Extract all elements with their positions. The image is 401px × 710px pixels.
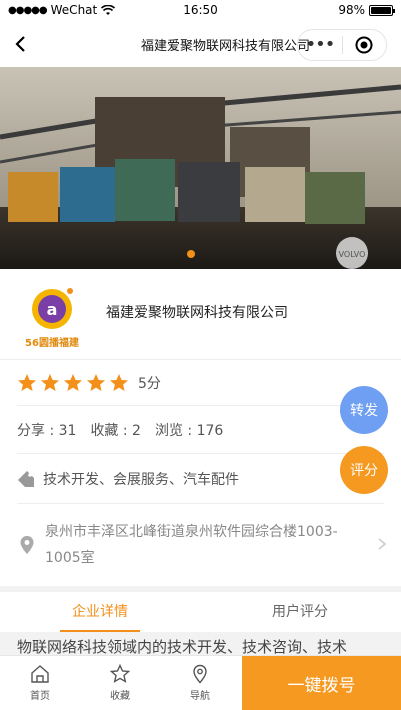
business-tags: 技术开发、会展服务、汽车配件 [43, 471, 239, 488]
star-outline-icon [110, 664, 130, 683]
battery-percent: 98% [338, 3, 365, 17]
star-icon [110, 373, 128, 391]
favorite-label: 收藏 [110, 691, 130, 702]
back-icon[interactable] [12, 35, 30, 53]
rate-button[interactable]: 评分 [340, 446, 388, 494]
battery-status: 98% [338, 3, 395, 17]
rating-score: 5分 [138, 375, 161, 392]
detail-tabs: 企业详情 用户评分 [0, 592, 401, 632]
location-pin-icon [20, 536, 34, 554]
star-icon [41, 373, 59, 391]
chevron-right-icon [378, 538, 387, 550]
tab-company-details[interactable]: 企业详情 [0, 592, 200, 632]
favorite-count: 收藏 : 2 [90, 422, 141, 439]
home-label: 首页 [30, 691, 50, 702]
company-name: 福建爱聚物联网科技有限公司 [106, 305, 288, 321]
nav-bar: 福建爱聚物联网科技有限公司 ••• [0, 22, 401, 67]
star-icon [18, 373, 36, 391]
status-bar: ●●●●● WeChat 16:50 98% [0, 0, 401, 22]
banner-carousel[interactable]: VOLVO [0, 67, 401, 269]
company-card: a 56圆播福建 福建爱聚物联网科技有限公司 [0, 269, 401, 359]
company-description: 物联网络科技领域内的技术开发、技术咨询、技术 [17, 638, 348, 656]
battery-fill [371, 6, 391, 14]
view-count: 浏览 : 176 [154, 422, 224, 439]
logo-text: 56圆播福建 [25, 336, 80, 349]
tag-icon [18, 470, 34, 487]
svg-text:a: a [47, 300, 58, 319]
tab-user-ratings[interactable]: 用户评分 [200, 592, 400, 632]
stats-row: 分享 : 31 收藏 : 2 浏览 : 176 [17, 406, 384, 454]
page-title: 福建爱聚物联网科技有限公司 [140, 39, 310, 54]
share-button[interactable]: 转发 [340, 386, 388, 434]
home-button[interactable]: 首页 [0, 656, 80, 710]
bottom-bar: 首页 收藏 导航 一键拨号 [0, 655, 401, 710]
navigation-label: 导航 [190, 691, 210, 702]
close-icon[interactable] [343, 36, 386, 54]
more-icon[interactable]: ••• [298, 30, 342, 60]
company-logo: a 56圆播福建 [25, 288, 80, 349]
mini-program-capsule: ••• [297, 29, 387, 61]
call-button[interactable]: 一键拨号 [242, 656, 401, 710]
volvo-watermark: VOLVO [339, 250, 366, 259]
company-address: 泉州市丰泽区北峰街道泉州软件园综合楼1003-1005室 [45, 524, 338, 566]
star-rating [17, 373, 129, 393]
address-row[interactable]: 泉州市丰泽区北峰街道泉州软件园综合楼1003-1005室 [17, 504, 387, 586]
share-count: 分享 : 31 [17, 422, 77, 439]
location-icon [193, 664, 207, 684]
star-icon [87, 373, 105, 391]
banner-image: VOLVO [0, 67, 401, 269]
star-icon [64, 373, 82, 391]
battery-icon [369, 4, 395, 16]
navigation-button[interactable]: 导航 [160, 656, 240, 710]
home-icon [31, 665, 49, 683]
tags-row: 技术开发、会展服务、汽车配件 [17, 454, 384, 504]
favorite-button[interactable]: 收藏 [80, 656, 160, 710]
carousel-indicator-active[interactable] [187, 250, 195, 258]
rating-row: 5分 [17, 360, 384, 406]
